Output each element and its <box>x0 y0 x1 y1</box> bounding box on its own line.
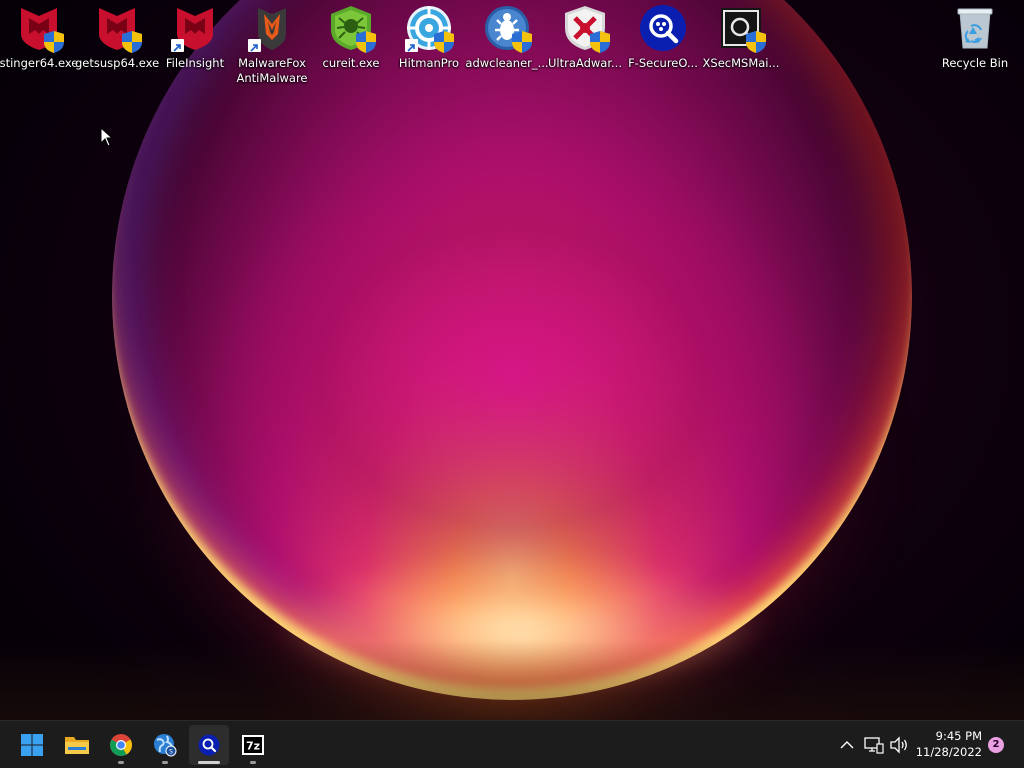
desktop-icon-malwarefox[interactable]: MalwareFox AntiMalware <box>234 4 310 86</box>
running-indicator <box>118 761 124 764</box>
speaker-icon <box>890 736 907 754</box>
taskbar-clock[interactable]: 9:45 PM 11/28/2022 <box>910 728 982 760</box>
magnifier-icon <box>198 734 220 756</box>
running-indicator <box>250 761 256 764</box>
desktop-icon-stinger64[interactable]: stinger64.exe <box>0 4 78 71</box>
show-hidden-icons-button[interactable] <box>835 733 859 757</box>
mcafee-shield-icon <box>171 4 219 52</box>
recycle-bin-icon <box>951 4 999 52</box>
windows-start-icon <box>21 734 43 756</box>
drweb-spider-icon <box>327 4 376 53</box>
sevenzip-icon: 7z <box>242 735 264 755</box>
uac-shield-icon <box>356 31 376 53</box>
taskbar-7zip[interactable]: 7z <box>233 725 273 765</box>
uac-shield-icon <box>590 31 610 53</box>
fsecure-icon <box>639 4 687 52</box>
clock-time: 9:45 PM <box>935 729 982 743</box>
desktop-icon-label: F-SecureO... <box>628 56 698 70</box>
network-status-button[interactable] <box>862 733 886 757</box>
mcafee-shield-icon <box>93 4 142 53</box>
desktop-icon-cureit[interactable]: cureit.exe <box>313 4 389 71</box>
desktop-icon-recycle-bin[interactable]: Recycle Bin <box>937 4 1013 71</box>
taskbar-search-tool[interactable] <box>189 725 229 765</box>
desktop-wallpaper <box>0 0 1024 720</box>
desktop-icon-getsusp64[interactable]: getsusp64.exe <box>75 4 159 71</box>
notification-badge[interactable]: 2 <box>988 737 1004 753</box>
ultraadware-icon <box>561 4 610 53</box>
desktop-icon-label: cureit.exe <box>322 56 380 70</box>
shortcut-arrow-icon <box>405 39 418 52</box>
network-monitor-icon <box>864 737 884 754</box>
mcafee-shield-icon <box>15 4 64 53</box>
uac-shield-icon <box>44 31 64 53</box>
desktop-icon-label: stinger64.exe <box>0 56 79 70</box>
desktop-icon-label: adwcleaner_... <box>465 56 549 70</box>
desktop-icon-label: FileInsight <box>165 56 225 70</box>
taskbar-file-explorer[interactable] <box>57 725 97 765</box>
chrome-icon <box>110 734 132 756</box>
desktop-icon-label: XSecMSMai... <box>702 56 780 70</box>
desktop-icon-label: HitmanPro <box>398 56 460 70</box>
taskbar-globe-app[interactable]: S <box>145 725 185 765</box>
chevron-up-icon <box>840 741 854 749</box>
folder-icon <box>65 737 89 754</box>
uac-shield-icon <box>122 31 142 53</box>
mouse-cursor-icon <box>100 127 114 147</box>
desktop-icon-fileinsight[interactable]: FileInsight <box>157 4 233 71</box>
clock-date: 11/28/2022 <box>915 745 982 759</box>
desktop-icon-xsecmsmai[interactable]: XSecMSMai... <box>703 4 779 71</box>
desktop-icon-label: getsusp64.exe <box>75 56 160 70</box>
taskbar: S 7z 9:45 PM 11/28/2022 2 <box>0 720 1024 768</box>
desktop-icon-fsecure[interactable]: F-SecureO... <box>625 4 701 71</box>
shortcut-arrow-icon <box>171 39 184 52</box>
desktop-icon-ultraadware[interactable]: UltraAdwar... <box>547 4 623 71</box>
uac-shield-icon <box>434 31 454 53</box>
desktop-icon-label: MalwareFox AntiMalware <box>236 56 308 85</box>
volume-button[interactable] <box>887 733 911 757</box>
running-indicator <box>162 761 168 764</box>
adwcleaner-icon <box>483 4 532 53</box>
taskbar-chrome[interactable] <box>101 725 141 765</box>
globe-icon: S <box>154 734 177 757</box>
svg-text:7z: 7z <box>246 740 260 753</box>
malwarefox-icon <box>248 4 296 52</box>
start-button[interactable] <box>12 725 52 765</box>
desktop-icon-hitmanpro[interactable]: HitmanPro <box>391 4 467 71</box>
xsec-icon <box>717 4 766 53</box>
active-indicator <box>198 761 220 764</box>
shortcut-arrow-icon <box>248 39 261 52</box>
wallpaper-bottom-fade <box>0 640 1024 720</box>
svg-text:S: S <box>169 749 173 756</box>
uac-shield-icon <box>512 31 532 53</box>
desktop-icon-adwcleaner[interactable]: adwcleaner_... <box>465 4 549 71</box>
desktop-icon-label: UltraAdwar... <box>548 56 622 70</box>
hitmanpro-icon <box>405 4 454 53</box>
uac-shield-icon <box>746 31 766 53</box>
desktop-icon-label: Recycle Bin <box>941 56 1009 70</box>
